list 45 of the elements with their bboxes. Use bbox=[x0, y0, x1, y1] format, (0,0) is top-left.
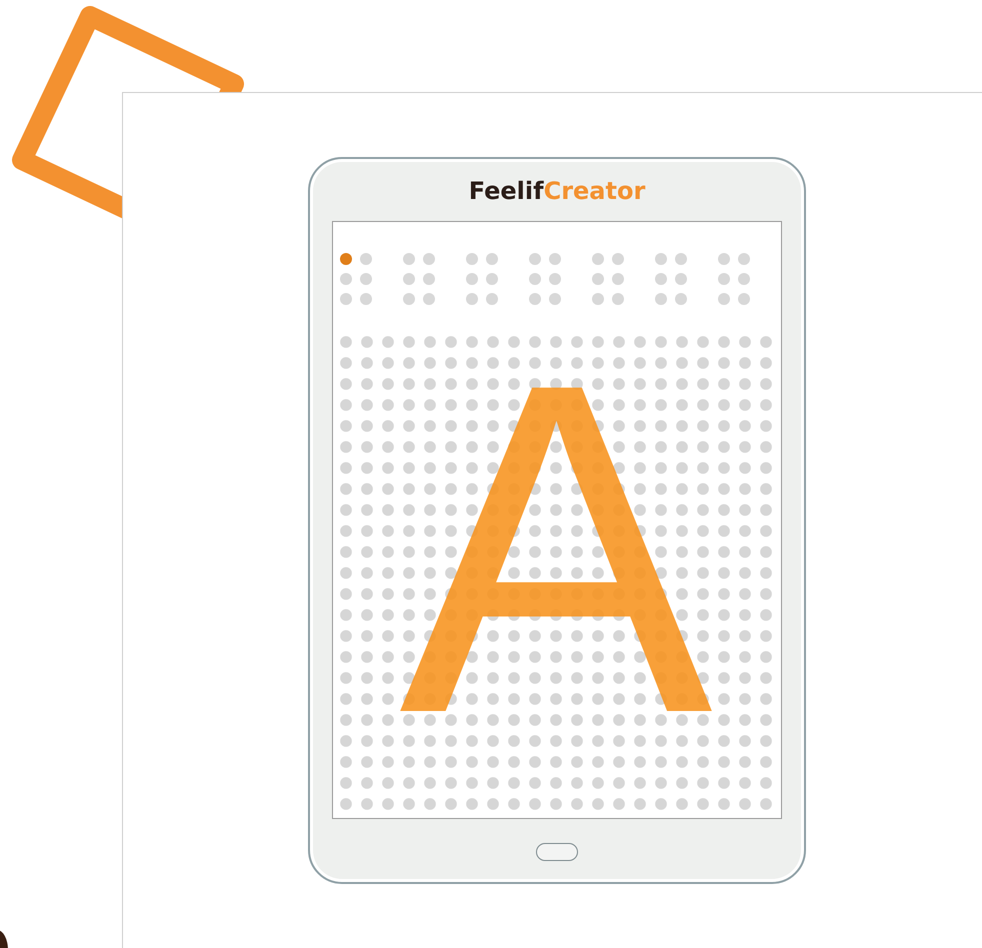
braille-dot[interactable] bbox=[655, 273, 667, 285]
braille-dot[interactable] bbox=[360, 253, 372, 265]
braille-dot[interactable] bbox=[340, 253, 352, 265]
braille-dot[interactable] bbox=[718, 273, 730, 285]
braille-dot[interactable] bbox=[738, 293, 750, 305]
braille-dot[interactable] bbox=[718, 293, 730, 305]
braille-dot[interactable] bbox=[360, 293, 372, 305]
braille-dot[interactable] bbox=[403, 253, 415, 265]
braille-dot[interactable] bbox=[466, 253, 478, 265]
braille-dot[interactable] bbox=[423, 273, 435, 285]
app-logo: FeelifCreator bbox=[468, 177, 646, 205]
braille-dot[interactable] bbox=[486, 253, 498, 265]
braille-dot[interactable] bbox=[549, 253, 561, 265]
braille-dot[interactable] bbox=[675, 253, 687, 265]
braille-dot[interactable] bbox=[360, 273, 372, 285]
braille-dot[interactable] bbox=[529, 293, 541, 305]
letter-glyph: A bbox=[399, 370, 713, 728]
braille-dot[interactable] bbox=[403, 273, 415, 285]
braille-dot[interactable] bbox=[738, 253, 750, 265]
braille-dot[interactable] bbox=[340, 293, 352, 305]
braille-dot[interactable] bbox=[592, 273, 604, 285]
braille-dot[interactable] bbox=[403, 293, 415, 305]
braille-dot[interactable] bbox=[718, 253, 730, 265]
braille-dot[interactable] bbox=[592, 293, 604, 305]
braille-dot[interactable] bbox=[592, 253, 604, 265]
braille-dot[interactable] bbox=[612, 253, 624, 265]
braille-dot[interactable] bbox=[612, 293, 624, 305]
braille-dot[interactable] bbox=[423, 293, 435, 305]
braille-dot[interactable] bbox=[486, 293, 498, 305]
braille-dot[interactable] bbox=[466, 293, 478, 305]
braille-dot[interactable] bbox=[738, 273, 750, 285]
braille-dot[interactable] bbox=[529, 253, 541, 265]
home-button[interactable] bbox=[536, 843, 578, 861]
braille-dot[interactable] bbox=[655, 253, 667, 265]
braille-dot[interactable] bbox=[549, 273, 561, 285]
braille-dot[interactable] bbox=[675, 293, 687, 305]
braille-dot[interactable] bbox=[612, 273, 624, 285]
braille-dot[interactable] bbox=[549, 293, 561, 305]
braille-dot[interactable] bbox=[486, 273, 498, 285]
braille-dot[interactable] bbox=[655, 293, 667, 305]
braille-dot[interactable] bbox=[466, 273, 478, 285]
braille-dot[interactable] bbox=[340, 273, 352, 285]
braille-dot[interactable] bbox=[675, 273, 687, 285]
braille-dot[interactable] bbox=[423, 253, 435, 265]
braille-dot[interactable] bbox=[529, 273, 541, 285]
